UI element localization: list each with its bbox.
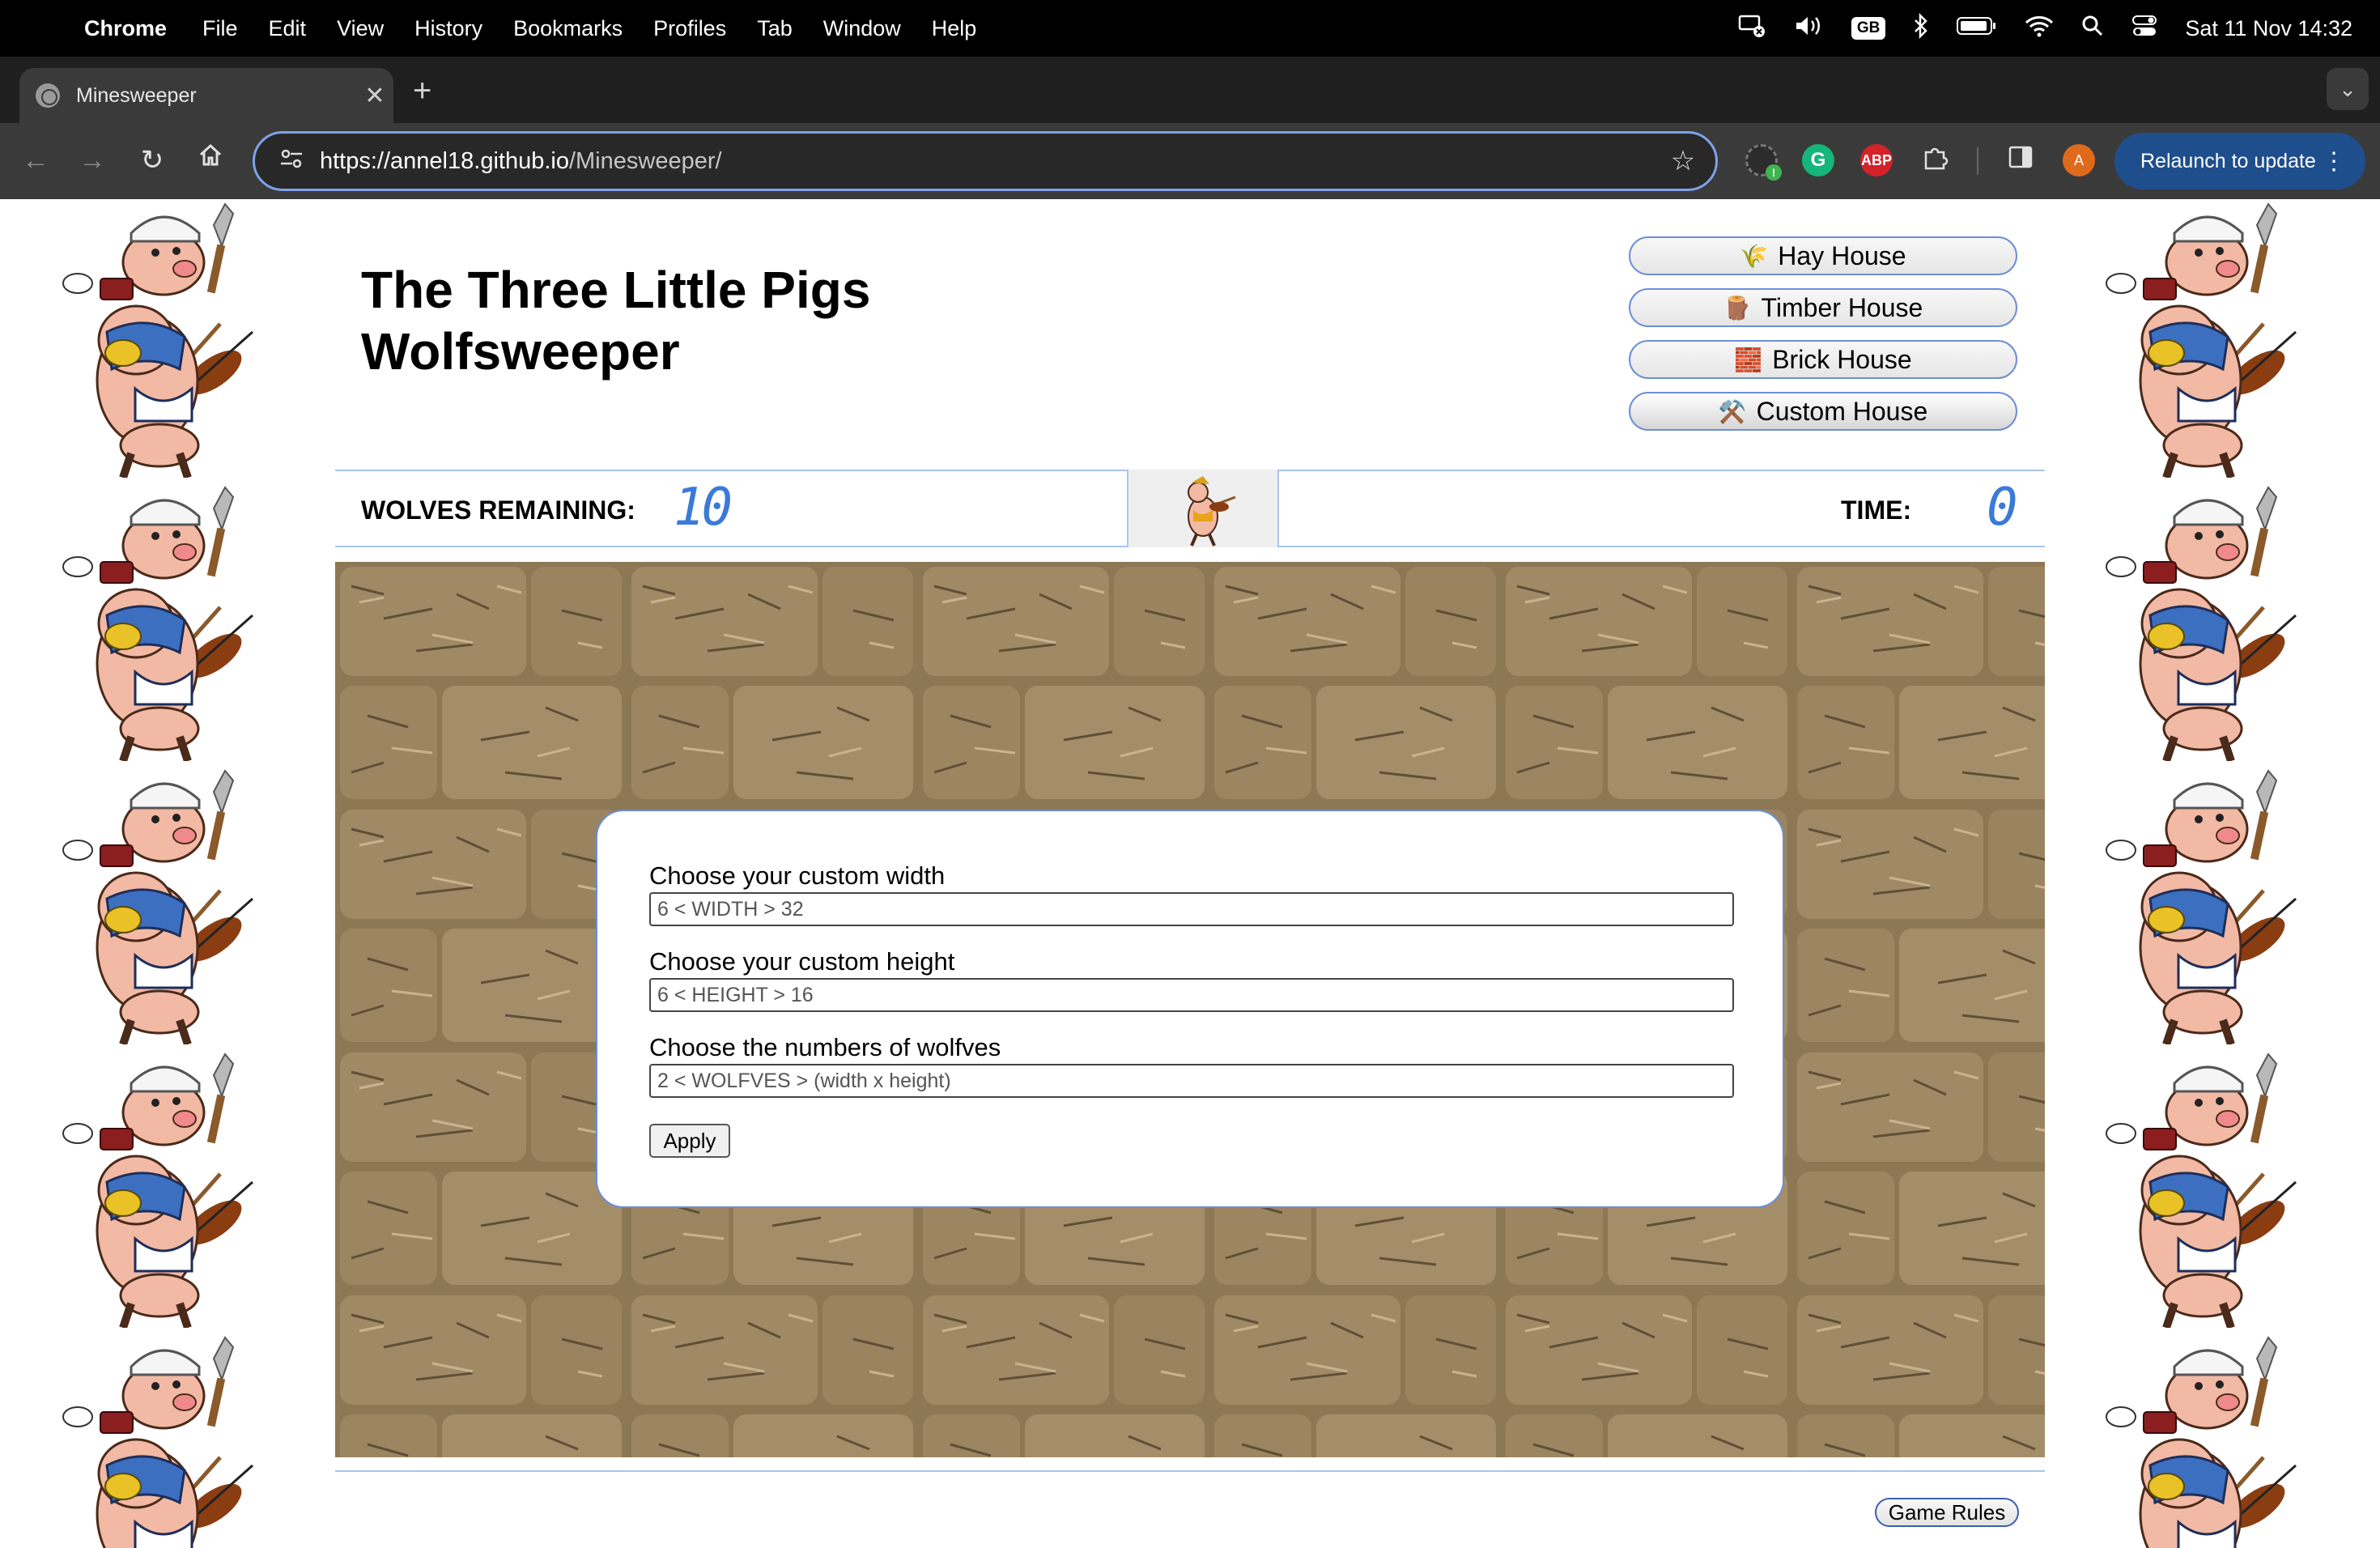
menu-file[interactable]: File (202, 16, 238, 41)
bluetooth-icon[interactable] (1913, 12, 1929, 45)
three-pigs-image (58, 478, 269, 761)
hay-house-label: Hay House (1778, 240, 1906, 270)
brick-icon: 🧱 (1734, 347, 1763, 372)
side-panel-icon[interactable] (2004, 144, 2037, 176)
dancing-pig-icon (1188, 476, 1236, 546)
page-title: The Three Little Pigs Wolfsweeper (361, 259, 870, 382)
tab-title: Minesweeper (76, 83, 197, 107)
menu-app-name[interactable]: Chrome (84, 16, 167, 41)
keyboard-layout-badge[interactable]: GB (1851, 17, 1886, 40)
menu-view[interactable]: View (337, 16, 384, 41)
three-pigs-image (2102, 199, 2312, 478)
game-status-bar: WOLVES REMAINING: 10 TIME: 0 (335, 470, 2045, 547)
apply-button[interactable]: Apply (649, 1124, 730, 1158)
back-arrow-icon[interactable]: ← (16, 141, 55, 180)
reset-game-button[interactable] (1127, 470, 1279, 547)
spotlight-search-icon[interactable] (2081, 15, 2104, 43)
bookmark-star-icon[interactable]: ☆ (1651, 145, 1715, 177)
menu-profiles[interactable]: Profiles (653, 16, 726, 41)
timber-house-label: Timber House (1761, 292, 1923, 322)
game-rules-button[interactable]: Game Rules (1875, 1498, 2019, 1527)
time-counter: 0 (1987, 478, 2018, 538)
hay-icon: 🌾 (1740, 243, 1769, 269)
forward-arrow-icon[interactable]: → (73, 141, 112, 180)
browser-tab[interactable]: Minesweeper ✕ (19, 68, 393, 123)
relaunch-label: Relaunch to update (2140, 149, 2316, 172)
menu-bookmarks[interactable]: Bookmarks (513, 16, 623, 41)
three-pigs-image (58, 199, 269, 478)
address-url: https://annel18.github.io/Minesweeper/ (320, 148, 1651, 175)
globe-icon (36, 83, 60, 108)
browser-toolbar: ← → ↻ https://annel18.github.io/Mineswee… (0, 123, 2380, 199)
new-tab-icon[interactable]: + (413, 73, 431, 109)
right-pig-border (2102, 199, 2312, 1548)
three-pigs-image (2102, 761, 2312, 1044)
menu-edit[interactable]: Edit (269, 16, 307, 41)
wolves-count-input[interactable] (649, 1064, 1734, 1098)
three-pigs-image (58, 1044, 269, 1328)
screen-mirroring-icon[interactable] (1738, 14, 1766, 44)
extension-loading-icon[interactable]: ! (1745, 144, 1782, 181)
height-label: Choose your custom height (649, 947, 955, 976)
extension-alert-badge-icon: ! (1766, 164, 1782, 181)
menu-clock[interactable]: Sat 11 Nov 14:32 (2185, 16, 2352, 41)
three-pigs-image (58, 1328, 269, 1548)
extensions-puzzle-icon[interactable] (1919, 144, 1951, 176)
close-tab-icon[interactable]: ✕ (356, 82, 393, 110)
brick-house-button[interactable]: 🧱 Brick House (1629, 340, 2017, 379)
menu-help[interactable]: Help (932, 16, 977, 41)
three-pigs-image (2102, 1328, 2312, 1548)
custom-house-button[interactable]: ⚒️ Custom House (1629, 392, 2017, 431)
relaunch-to-update-button[interactable]: Relaunch to update ⋮ (2114, 133, 2365, 189)
more-menu-icon[interactable]: ⋮ (2322, 147, 2346, 176)
width-input[interactable] (649, 892, 1734, 926)
battery-icon[interactable] (1957, 15, 1997, 42)
wolves-remaining-label: WOLVES REMAINING: (361, 495, 635, 525)
site-settings-icon[interactable] (263, 148, 320, 175)
width-label: Choose your custom width (649, 861, 946, 890)
hay-house-button[interactable]: 🌾 Hay House (1629, 236, 2017, 275)
wifi-icon[interactable] (2025, 15, 2054, 43)
macos-menu-bar: Chrome File Edit View History Bookmarks … (0, 0, 2380, 57)
three-pigs-image (58, 761, 269, 1044)
address-bar[interactable]: https://annel18.github.io/Minesweeper/ ☆ (253, 131, 1718, 191)
url-host: https://annel18.github.io (320, 147, 569, 174)
tab-search-chevron-icon[interactable]: ⌄ (2327, 68, 2369, 110)
title-line-2: Wolfsweeper (361, 322, 680, 381)
volume-icon[interactable] (1793, 14, 1824, 44)
toolbar-divider (1977, 147, 1978, 175)
wood-log-icon: 🪵 (1723, 295, 1752, 321)
profile-avatar[interactable]: A (2063, 144, 2095, 176)
hammer-pick-icon: ⚒️ (1718, 398, 1747, 424)
custom-house-label: Custom House (1756, 396, 1928, 426)
brick-house-label: Brick House (1772, 344, 1912, 374)
wolves-count-label: Choose the numbers of wolfves (649, 1033, 1001, 1061)
footer-divider (335, 1470, 2045, 1472)
custom-house-dialog: Choose your custom width Choose your cus… (596, 810, 1784, 1208)
url-path: /Minesweeper/ (568, 147, 722, 174)
control-center-icon[interactable] (2131, 15, 2157, 43)
reload-icon[interactable]: ↻ (133, 141, 172, 180)
web-page: The Three Little Pigs Wolfsweeper 🌾 Hay … (0, 199, 2380, 1548)
grammarly-icon[interactable]: G (1802, 144, 1834, 176)
adblock-plus-icon[interactable]: ABP (1860, 144, 1893, 176)
timber-house-button[interactable]: 🪵 Timber House (1629, 288, 2017, 327)
three-pigs-image (2102, 1044, 2312, 1328)
menu-tab[interactable]: Tab (757, 16, 793, 41)
browser-tab-strip: Minesweeper ✕ + ⌄ (0, 57, 2380, 123)
wolves-remaining-counter: 10 (674, 478, 733, 538)
three-pigs-image (2102, 478, 2312, 761)
menu-window[interactable]: Window (823, 16, 901, 41)
height-input[interactable] (649, 978, 1734, 1012)
time-label: TIME: (1841, 495, 1912, 525)
title-line-1: The Three Little Pigs (361, 261, 871, 319)
left-pig-border (58, 199, 269, 1548)
home-icon[interactable] (191, 141, 230, 180)
menu-history[interactable]: History (414, 16, 482, 41)
